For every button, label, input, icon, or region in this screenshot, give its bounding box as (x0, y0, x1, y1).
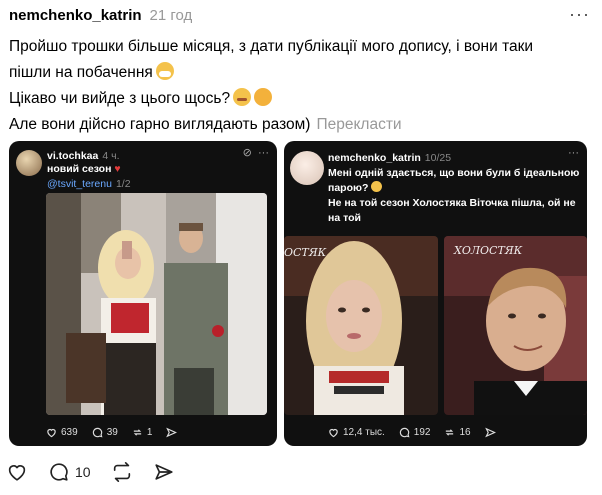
author-username[interactable]: nemchenko_katrin (9, 7, 142, 24)
comment-count: 192 (413, 427, 431, 438)
post-text-line: Пройшо трошки більше місяця, з дати публ… (9, 38, 534, 55)
more-icon[interactable]: ··· (568, 147, 579, 159)
post-header: nemchenko_katrin 21 год (9, 7, 192, 24)
show-logo-left: ОСТЯК (284, 246, 327, 259)
show-logo-right: ХОЛОСТЯК (454, 244, 523, 257)
card-text: новий сезон ♥ @tsvit_terenu 1/2 (47, 163, 131, 190)
repost-button[interactable]: 1 (132, 427, 153, 438)
mention-link[interactable]: @tsvit_terenu (47, 178, 112, 190)
embedded-post-card-1[interactable]: vi.tochkaa 4 ч. ⊘ ··· новий сезон ♥ @tsvi… (9, 141, 277, 446)
like-button[interactable]: 12,4 тыс. (328, 427, 385, 438)
comment-button[interactable]: 10 (48, 461, 91, 483)
card-actions: 639 39 1 (46, 427, 195, 438)
comment-count: 10 (75, 464, 91, 480)
hidden-icon: ⊘ (242, 147, 252, 159)
repost-count: 16 (459, 427, 471, 438)
comment-icon (92, 427, 103, 438)
heart-icon (8, 465, 26, 481)
comment-button[interactable]: 39 (92, 427, 118, 438)
like-button[interactable] (6, 461, 28, 483)
card-icons: ⊘ ··· (243, 146, 269, 159)
card-actions: 12,4 тыс. 192 16 (328, 427, 514, 438)
card-photo[interactable] (46, 193, 267, 415)
repost-icon (446, 429, 454, 436)
more-icon[interactable]: ··· (258, 147, 269, 159)
woman-portrait-photo (284, 236, 438, 415)
flushed-face-emoji-icon (233, 88, 252, 106)
card-username[interactable]: vi.tochkaa 4 ч. (47, 150, 120, 162)
rose-icon: ♥ (114, 163, 121, 175)
send-icon (484, 427, 496, 438)
post-actions: 10 (6, 461, 195, 483)
man-portrait-photo (444, 236, 587, 415)
comment-icon (399, 427, 410, 438)
repost-button[interactable]: 16 (444, 427, 471, 438)
mask-face-emoji-icon (155, 62, 174, 80)
winking-face-emoji-icon (254, 88, 273, 106)
comment-icon (50, 463, 68, 481)
share-button[interactable] (166, 427, 181, 438)
repost-icon (133, 429, 141, 436)
send-icon (166, 427, 178, 438)
repost-icon (113, 462, 130, 482)
repost-count: 1 (146, 427, 153, 438)
avatar[interactable] (16, 150, 42, 176)
like-button[interactable]: 639 (46, 427, 78, 438)
card-username[interactable]: nemchenko_katrin 10/25 (328, 152, 451, 164)
post-text-line: пішли на побачення (9, 64, 153, 81)
card-pager: 10/25 (424, 152, 452, 164)
grinning-sweat-emoji-icon (371, 181, 383, 192)
post-text-line: Але вони дійсно гарно виглядають разом) (9, 116, 311, 133)
comment-button[interactable]: 192 (399, 427, 431, 438)
couple-mirror-photo (46, 193, 267, 415)
more-options-button[interactable]: ··· (569, 4, 590, 25)
send-icon (154, 464, 173, 480)
card-time: 4 ч. (102, 150, 120, 162)
card-text: Мені одній здається, що вони були б ідеа… (328, 167, 580, 224)
comment-count: 39 (106, 427, 118, 438)
embedded-post-card-2[interactable]: nemchenko_katrin 10/25 ··· Мені одній зда… (284, 141, 587, 446)
card-photo-right[interactable]: ХОЛОСТЯК (444, 236, 587, 415)
share-button[interactable] (484, 427, 500, 438)
avatar[interactable] (290, 151, 324, 185)
share-button[interactable] (153, 461, 175, 483)
heart-icon (47, 428, 56, 438)
card-pager: 1/2 (115, 178, 131, 190)
like-count: 12,4 тыс. (343, 427, 385, 438)
repost-button[interactable] (111, 461, 133, 483)
post-time: 21 год (149, 7, 193, 24)
heart-icon (329, 428, 338, 438)
card-icons: ··· (568, 147, 579, 159)
like-count: 639 (61, 427, 78, 438)
translate-link[interactable]: Перекласти (316, 116, 401, 133)
post-text: Пройшо трошки більше місяця, з дати публ… (9, 34, 594, 138)
card-photo-left[interactable]: ОСТЯК (284, 236, 438, 415)
post-text-line: Цікаво чи вийде з цього щось? (9, 90, 231, 107)
